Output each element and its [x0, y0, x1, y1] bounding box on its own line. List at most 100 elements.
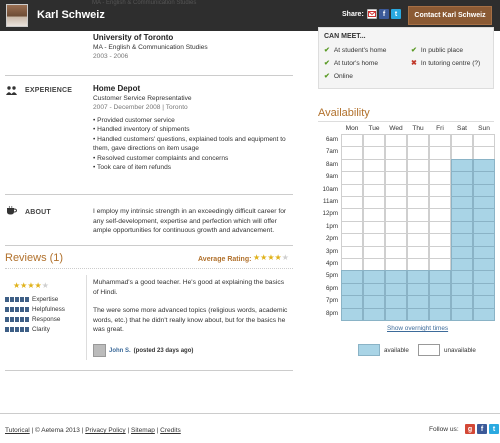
rating-metric: Expertise: [5, 296, 58, 303]
star-icon: ★: [274, 253, 282, 262]
rating-bar-segment: [20, 297, 24, 302]
twitter-share-icon[interactable]: t: [391, 9, 401, 19]
education-dates: 2003 - 2006: [93, 53, 129, 60]
rating-bar-segment: [25, 307, 29, 312]
availability-cell: [385, 245, 407, 259]
availability-cell: [429, 282, 451, 297]
footer-tutorical-link[interactable]: Tutorical: [5, 427, 30, 434]
availability-cell: [473, 245, 495, 259]
facebook-icon[interactable]: f: [477, 424, 487, 434]
availability-cell: [429, 183, 451, 197]
can-meet-title: CAN MEET...: [324, 33, 366, 40]
availability-cell: [385, 233, 407, 247]
check-icon: ✔: [324, 73, 330, 80]
reviewer: John S. (posted 23 days ago): [93, 344, 193, 357]
time-label: 7am: [325, 148, 338, 156]
time-label: 4pm: [325, 260, 338, 267]
meet-option-label: Online: [333, 72, 353, 80]
people-icon: [6, 86, 17, 95]
day-header: Sat: [457, 125, 467, 132]
availability-divider: [318, 121, 494, 122]
day-header: Mon: [345, 125, 359, 132]
facebook-share-icon[interactable]: f: [379, 9, 389, 19]
meet-option: ✔ Online: [324, 72, 353, 81]
availability-cell: [451, 307, 473, 321]
availability-cell: [407, 258, 429, 272]
star-icon: ★: [253, 253, 261, 262]
availability-cell: [363, 146, 385, 160]
availability-cell: [363, 220, 385, 235]
availability-cell: [363, 171, 385, 185]
rating-bar-segment: [15, 317, 19, 322]
star-icon: ★: [281, 253, 289, 262]
availability-cell: [341, 158, 363, 173]
time-label: 6am: [325, 136, 338, 143]
availability-cell: [429, 171, 451, 185]
rating-bars: [5, 327, 29, 332]
availability-cell: [407, 270, 429, 284]
time-label: 5pm: [325, 272, 338, 280]
availability-cell: [341, 245, 363, 259]
cross-icon: ✖: [411, 60, 417, 67]
follow-icons: g f t: [465, 424, 499, 434]
share-icons: f t: [367, 9, 401, 19]
availability-cell: [473, 171, 495, 185]
check-icon: ✔: [411, 47, 417, 54]
reviewer-name[interactable]: John S.: [109, 348, 131, 354]
availability-cell: [385, 270, 407, 284]
twitter-icon[interactable]: t: [489, 424, 499, 434]
availability-cell: [341, 196, 363, 210]
availability-cell: [407, 307, 429, 321]
availability-cell: [429, 208, 451, 222]
availability-cell: [363, 258, 385, 272]
availability-cell: [429, 270, 451, 284]
availability-cell: [473, 258, 495, 272]
time-label: 9am: [325, 173, 338, 181]
time-label: 3pm: [325, 247, 338, 255]
availability-cell: [407, 146, 429, 160]
footer-credits-link[interactable]: Credits: [160, 427, 181, 434]
reviews-bottom-divider: [5, 370, 293, 371]
availability-cell: [385, 282, 407, 297]
reviews-divider: [5, 245, 293, 246]
availability-cell: [451, 220, 473, 235]
google-plus-icon[interactable]: g: [465, 424, 475, 434]
review-text: Muhammad's a good teacher. He's good at …: [93, 278, 291, 335]
time-label: 11am: [322, 198, 338, 205]
availability-cell: [341, 233, 363, 247]
rating-bar-segment: [10, 317, 14, 322]
availability-cell: [473, 183, 495, 197]
check-icon: ✔: [324, 60, 330, 67]
meet-option-label: In public place: [420, 46, 464, 54]
availability-cell: [341, 134, 363, 148]
rating-metric-label: Helpfulness: [32, 306, 65, 313]
rating-bar-segment: [15, 307, 19, 312]
availability-cell: [473, 233, 495, 247]
experience-label: EXPERIENCE: [25, 87, 73, 94]
meet-option: ✖ In tutoring centre (?): [411, 59, 481, 68]
meet-option-label: In tutoring centre (?): [420, 59, 481, 67]
availability-cell: [429, 295, 451, 309]
availability-cell: [473, 270, 495, 284]
availability-cell: [473, 220, 495, 235]
legend-unavailable-swatch: [418, 344, 440, 356]
availability-cell: [407, 134, 429, 148]
availability-cell: [385, 196, 407, 210]
legend-available-label: available: [384, 347, 409, 354]
availability-cell: [363, 270, 385, 284]
availability-cell: [407, 220, 429, 235]
availability-cell: [451, 134, 473, 148]
education-block: University of Toronto MA - English & Com…: [93, 33, 291, 62]
rating-metric: Response: [5, 316, 60, 323]
contact-button[interactable]: Contact Karl Schweiz: [408, 6, 492, 25]
footer-privacy-link[interactable]: Privacy Policy: [85, 427, 125, 434]
day-header: Wed: [389, 125, 403, 132]
availability-cell: [429, 220, 451, 235]
availability-cell: [407, 233, 429, 247]
show-overnight-link[interactable]: Show overnight times: [387, 325, 448, 332]
availability-cell: [407, 196, 429, 210]
star-icon: ★: [27, 281, 35, 290]
rating-bar-segment: [10, 307, 14, 312]
email-share-icon[interactable]: [367, 9, 377, 19]
footer-sitemap-link[interactable]: Sitemap: [131, 427, 155, 434]
